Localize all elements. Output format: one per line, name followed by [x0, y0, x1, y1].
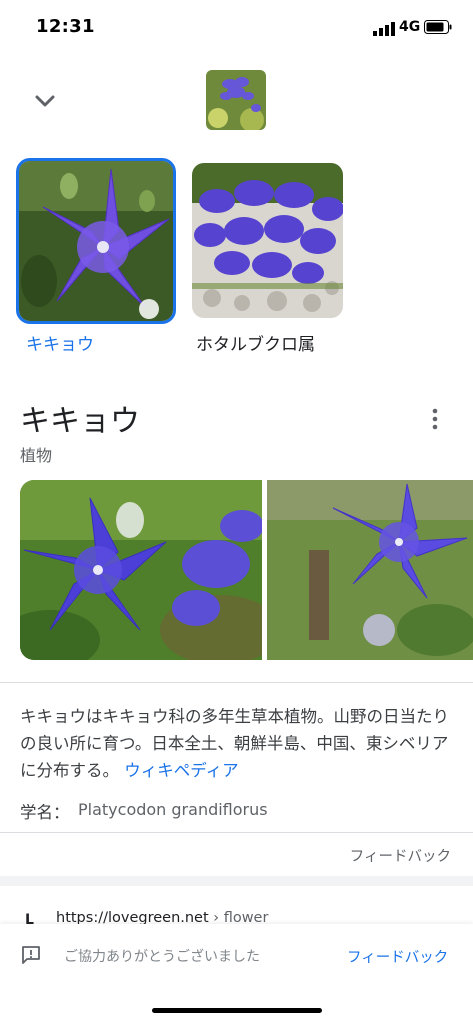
candidate-image-kikyou	[19, 161, 173, 321]
candidate-label-hotarubukuro[interactable]: ホタルブクロ属	[196, 330, 315, 355]
knowledge-panel-subtitle: 植物	[20, 446, 53, 465]
battery-icon	[424, 20, 452, 34]
scientific-name-value: Platycodon grandiflorus	[78, 800, 268, 819]
knowledge-panel-description: キキョウはキキョウ科の多年生草本植物。山野の日当たりの良い所に育つ。日本全土、朝…	[20, 703, 456, 784]
flower-thumbnail-image	[206, 70, 266, 130]
section-separator	[0, 876, 473, 886]
knowledge-panel-title: キキョウ	[20, 404, 140, 439]
candidate-card-kikyou[interactable]	[16, 158, 176, 324]
candidate-label-kikyou[interactable]: キキョウ	[26, 330, 94, 355]
more-vert-icon[interactable]	[422, 404, 448, 434]
feedback-icon	[22, 946, 40, 964]
flower-photo-1[interactable]	[20, 480, 262, 660]
bottom-feedback-link[interactable]: フィードバック	[347, 946, 448, 967]
section-divider	[0, 682, 473, 683]
status-time: 12:31	[36, 16, 95, 37]
chevron-down-icon[interactable]	[30, 88, 60, 114]
section-divider	[0, 832, 473, 833]
flower-photo-2-image	[267, 480, 473, 660]
candidate-card-hotarubukuro[interactable]	[192, 163, 343, 318]
knowledge-panel-feedback-link[interactable]: フィードバック	[350, 845, 451, 866]
flower-photo-2[interactable]	[267, 480, 473, 660]
query-image-thumbnail[interactable]	[206, 70, 266, 130]
feedback-thanks-message: ご協力ありがとうございました	[64, 949, 260, 965]
wikipedia-link[interactable]: ウィキペディア	[124, 761, 238, 780]
scientific-name-label: 学名：	[20, 803, 70, 822]
home-indicator[interactable]	[152, 1008, 322, 1013]
network-type: 4G	[399, 19, 421, 35]
flower-photo-1-image	[20, 480, 262, 660]
candidate-image-hotarubukuro	[192, 163, 343, 318]
signal-icon	[373, 22, 395, 36]
